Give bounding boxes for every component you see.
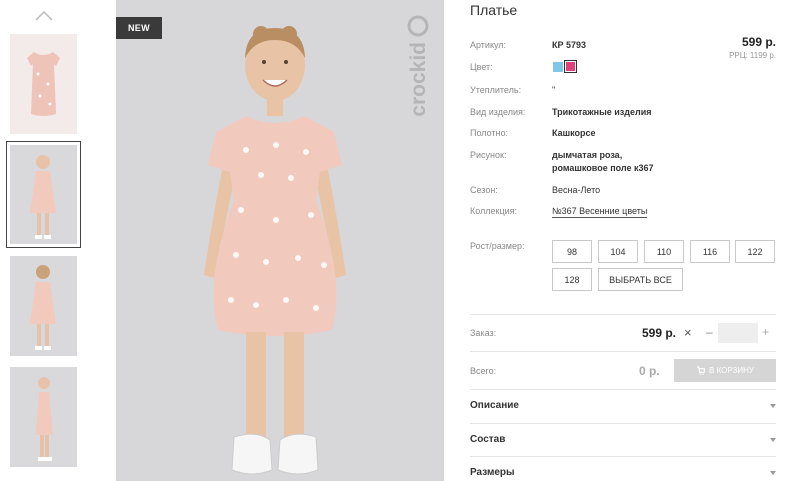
girl-in-dress-image	[116, 0, 444, 481]
season-value: Весна-Лето	[552, 185, 601, 195]
type-value: Трикотажные изделия	[552, 107, 652, 117]
svg-text:crockid: crockid	[407, 42, 430, 117]
girl-side-image	[10, 367, 77, 467]
quantity-increment-button[interactable]: +	[762, 325, 769, 339]
product-price: 599 р.	[741, 35, 776, 49]
order-unit-price: 599 р.	[642, 326, 677, 340]
main-product-photo[interactable]: NEW crockid	[116, 0, 444, 481]
season-label: Сезон:	[470, 185, 498, 195]
rrp-label: РРЦ:	[729, 51, 748, 60]
pattern-label: Рисунок:	[470, 150, 507, 160]
product-title: Платье	[470, 2, 518, 18]
size-128[interactable]: 128	[552, 268, 592, 291]
accordion-composition[interactable]: Состав	[470, 424, 776, 457]
divider	[470, 314, 776, 315]
total-label: Всего:	[470, 366, 497, 376]
thumbnail-1[interactable]	[10, 34, 77, 134]
select-all-sizes-button[interactable]: ВЫБРАТЬ ВСЕ	[598, 268, 683, 291]
add-to-cart-button[interactable]: В КОРЗИНУ	[674, 359, 776, 382]
divider	[470, 351, 776, 352]
chevron-up-icon[interactable]	[34, 8, 54, 22]
pattern-value-line1: дымчатая роза,	[552, 150, 623, 160]
sizes-label: Рост/размер:	[470, 241, 525, 251]
article-label: Артикул:	[470, 40, 507, 50]
accordion-composition-label: Состав	[470, 434, 506, 445]
insulation-value: "	[552, 85, 556, 95]
accordion-description-label: Описание	[470, 400, 519, 411]
size-110[interactable]: 110	[644, 240, 684, 263]
pattern-value-line2: ромашковое поле к367	[552, 163, 654, 173]
size-104[interactable]: 104	[598, 240, 638, 263]
thumbnail-2-active[interactable]	[6, 141, 81, 248]
chevron-down-icon	[770, 471, 776, 475]
rrp-value: 1199 р.	[749, 51, 776, 60]
total-price: 0 р.	[639, 364, 660, 378]
color-swatch-pink-selected[interactable]	[564, 60, 577, 73]
color-swatch-blue[interactable]	[553, 62, 563, 72]
rrp-price: РРЦ: 1199 р.	[727, 51, 776, 60]
insulation-label: Утеплитель:	[470, 85, 522, 95]
add-to-cart-label: В КОРЗИНУ	[709, 366, 754, 375]
accordion-sizes-label: Размеры	[470, 467, 515, 478]
chevron-down-icon	[770, 404, 776, 408]
size-116[interactable]: 116	[690, 240, 730, 263]
size-98[interactable]: 98	[552, 240, 592, 263]
girl-front-image	[10, 145, 77, 244]
chevron-down-icon	[770, 438, 776, 442]
new-badge: NEW	[116, 17, 162, 39]
order-label: Заказ:	[470, 328, 497, 338]
girl-back-image	[10, 256, 77, 356]
size-122[interactable]: 122	[735, 240, 775, 263]
quantity-decrement-button[interactable]: –	[706, 325, 713, 339]
accordion-sizes[interactable]: Размеры	[470, 457, 776, 481]
thumbnail-4[interactable]	[10, 367, 77, 467]
article-value: КР 5793	[552, 40, 587, 50]
thumbnail-strip	[0, 0, 90, 481]
collection-link-text[interactable]: №367 Весенние цветы	[552, 206, 648, 218]
thumbnail-3[interactable]	[10, 256, 77, 356]
accordion-description[interactable]: Описание	[470, 390, 776, 423]
fabric-label: Полотно:	[470, 128, 509, 138]
color-label: Цвет:	[470, 62, 493, 72]
cart-icon	[696, 366, 706, 375]
crockid-logo: crockid	[407, 15, 430, 117]
dress-flat-image	[10, 34, 77, 134]
collection-link[interactable]: №367 Весенние цветы	[552, 205, 648, 218]
type-label: Вид изделия:	[470, 107, 526, 117]
fabric-value: Кашкорсе	[552, 128, 596, 138]
collection-label: Коллекция:	[470, 206, 518, 216]
clear-order-icon[interactable]: ×	[684, 325, 692, 340]
quantity-input[interactable]	[718, 323, 758, 343]
